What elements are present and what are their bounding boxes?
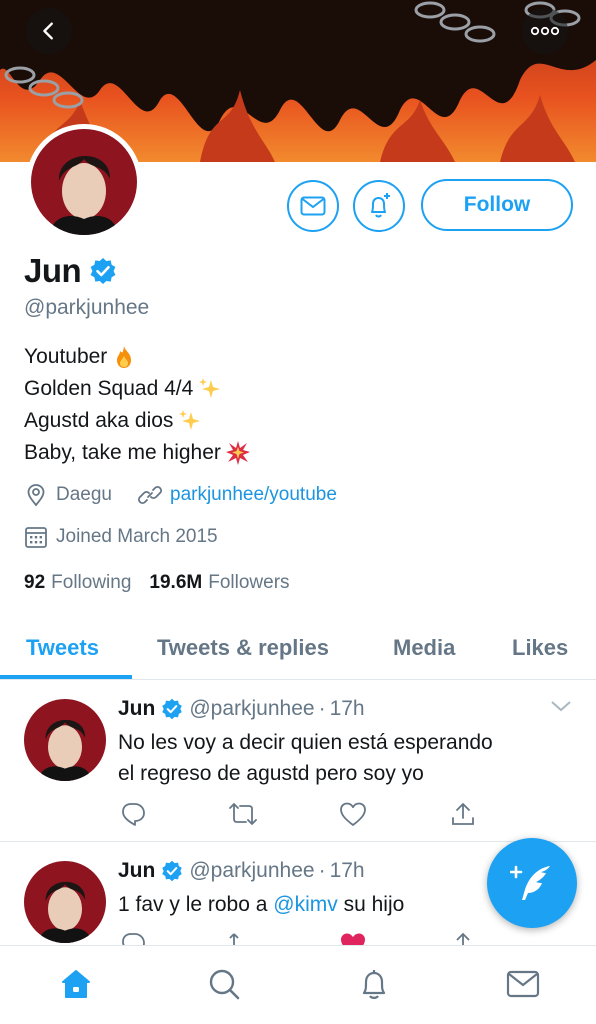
profile-avatar[interactable] [26, 124, 142, 240]
fire-emoji-icon [111, 344, 137, 370]
avatar-image [31, 129, 137, 235]
tweet-header: Jun @parkjunhee · 17h [118, 859, 365, 883]
tweet-author-name[interactable]: Jun [118, 859, 155, 883]
share-icon[interactable] [448, 929, 478, 945]
display-name: Jun [24, 252, 82, 289]
followers-stat[interactable]: 19.6M Followers [149, 572, 289, 594]
tweet-author-name[interactable]: Jun [118, 697, 155, 721]
more-button[interactable] [522, 8, 568, 54]
tweet-text-line: el regreso de agustd pero soy yo [118, 762, 424, 785]
compose-tweet-button[interactable] [487, 838, 577, 928]
tweet-text-line: No les voy a decir quien está esperando [118, 731, 493, 754]
verified-badge-icon [89, 257, 117, 285]
profile-location: Daegu [56, 484, 112, 505]
compose-feather-icon [510, 865, 550, 900]
bio-line: Youtuber [24, 341, 251, 373]
envelope-icon [300, 196, 326, 216]
tweet-text: 1 fav y le robo a @kimv su hijo [118, 889, 404, 920]
location-pin-icon [24, 483, 48, 507]
tweet-avatar[interactable] [24, 699, 106, 781]
profile-joined-date: Joined March 2015 [56, 526, 218, 547]
collision-emoji-icon [225, 440, 251, 466]
tweet-author-handle: @parkjunhee [189, 697, 315, 720]
retweet-icon[interactable] [228, 799, 258, 829]
avatar-image [24, 699, 106, 781]
follow-button[interactable]: Follow [421, 179, 573, 231]
notifications-toggle-button[interactable] [353, 180, 405, 232]
tweet-timestamp: 17h [329, 697, 365, 720]
reply-icon[interactable] [118, 799, 148, 829]
sparkles-emoji-icon [177, 408, 203, 434]
messages-icon[interactable] [503, 964, 543, 1004]
profile-website-link[interactable]: parkjunhee/youtube [170, 484, 337, 506]
following-stat[interactable]: 92 Following [24, 572, 131, 594]
profile-name-row: Jun [24, 252, 117, 290]
more-horizontal-icon [530, 26, 560, 36]
bio-line: Agustd aka dios [24, 405, 251, 437]
tab-media[interactable]: Media [393, 616, 455, 680]
tab-tweets[interactable]: Tweets [26, 616, 99, 680]
search-icon[interactable] [204, 964, 244, 1004]
bio-text: Golden Squad 4/4 [24, 377, 194, 400]
home-icon[interactable] [56, 964, 96, 1004]
tweet-avatar[interactable] [24, 861, 106, 943]
tweet-text-segment: 1 fav y le robo a [118, 893, 274, 916]
following-label: Following [51, 572, 132, 593]
like-icon[interactable] [338, 799, 368, 829]
tweet[interactable]: Jun @parkjunhee · 17h No les voy a decir… [0, 681, 596, 842]
bio-text: Baby, take me higher [24, 441, 221, 464]
bottom-navigation [0, 945, 596, 1024]
active-tab-indicator [0, 675, 132, 679]
tweet-timestamp: 17h [329, 859, 365, 882]
tweet-mention-link[interactable]: @kimv [273, 893, 337, 916]
bio-line: Golden Squad 4/4 [24, 373, 251, 405]
profile-meta-row: Daegu parkjunhee/youtube [24, 483, 337, 507]
bio-line: Baby, take me higher [24, 437, 251, 469]
profile-bio: Youtuber Golden Squad 4/4 Agustd aka dio… [24, 341, 251, 469]
tweet-menu-chevron-down-icon[interactable] [550, 699, 572, 718]
bio-text: Agustd aka dios [24, 409, 174, 432]
tweet-separator-dot: · [318, 859, 326, 882]
message-button[interactable] [287, 180, 339, 232]
liked-heart-icon[interactable] [338, 929, 368, 945]
calendar-icon [24, 525, 48, 549]
tweet-header: Jun @parkjunhee · 17h [118, 697, 365, 721]
link-icon [138, 483, 162, 507]
tweet-separator-dot: · [318, 697, 326, 720]
tab-tweets-replies[interactable]: Tweets & replies [157, 616, 329, 680]
retweet-icon[interactable] [228, 929, 258, 945]
following-count: 92 [24, 572, 46, 593]
profile-joined-row: Joined March 2015 [24, 525, 218, 549]
profile-handle: @parkjunhee [24, 296, 150, 319]
bell-plus-icon [371, 193, 390, 218]
followers-label: Followers [208, 572, 290, 593]
followers-count: 19.6M [149, 572, 203, 593]
profile-stats: 92 Following 19.6M Followers [24, 572, 290, 594]
sparkles-emoji-icon [197, 376, 223, 402]
tweet-text: No les voy a decir quien está esperando … [118, 727, 493, 789]
back-button[interactable] [26, 8, 72, 54]
share-icon[interactable] [448, 799, 478, 829]
notifications-icon[interactable] [354, 964, 394, 1004]
avatar-image [24, 861, 106, 943]
tab-likes[interactable]: Likes [512, 616, 568, 680]
reply-icon[interactable] [118, 929, 148, 945]
bio-text: Youtuber [24, 345, 108, 368]
verified-badge-icon [161, 698, 183, 720]
tweet-author-handle: @parkjunhee [189, 859, 315, 882]
profile-tabs: Tweets Tweets & replies Media Likes [0, 616, 596, 680]
tweet-text-segment: su hijo [337, 893, 405, 916]
chevron-left-icon [43, 22, 53, 40]
verified-badge-icon [161, 860, 183, 882]
